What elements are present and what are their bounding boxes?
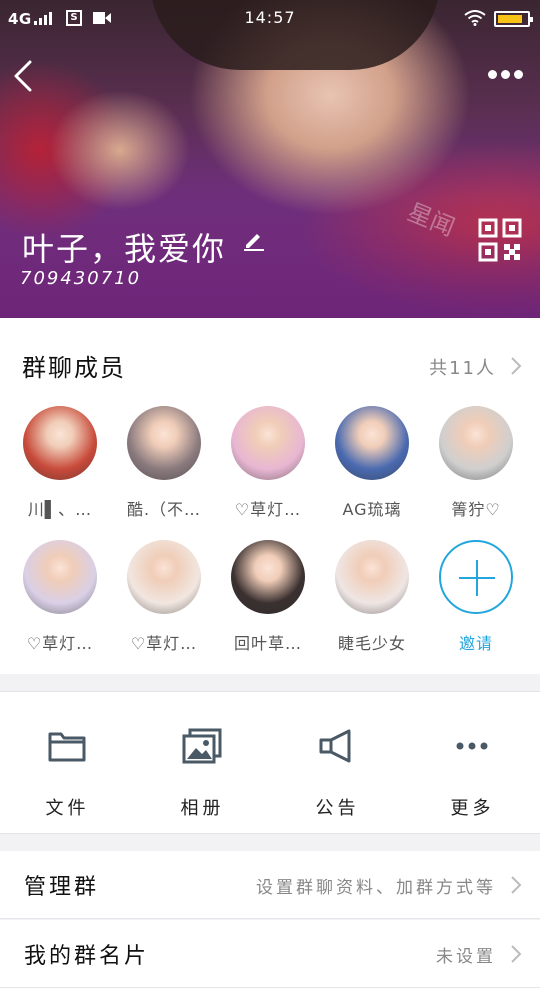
clock: 14:57 — [244, 8, 296, 27]
member-avatar — [335, 540, 409, 614]
group-id: 709430710 — [20, 268, 142, 289]
chevron-right-icon — [511, 357, 522, 375]
tool-files[interactable]: 文件 — [0, 692, 135, 835]
my-group-card-value: 未设置 — [436, 947, 496, 967]
chevron-right-icon — [511, 945, 522, 963]
qr-code-icon[interactable] — [478, 218, 522, 262]
member-name: 酷.（不… — [126, 500, 202, 519]
member-name: 回叶草… — [233, 634, 302, 653]
member-name: 睫毛少女 — [337, 634, 406, 653]
member-item[interactable]: 回叶草… — [216, 540, 320, 654]
back-icon[interactable] — [10, 56, 38, 96]
battery-icon — [494, 11, 533, 27]
member-count[interactable]: 共11人 — [429, 354, 496, 380]
battery-level — [498, 15, 522, 23]
member-avatar — [231, 540, 305, 614]
more-options-button[interactable] — [488, 66, 528, 82]
group-tools: 文件 相册 公告 更多 — [0, 691, 540, 834]
chevron-right-icon — [511, 876, 522, 894]
group-header: 星闻 4G S 14:57 叶子，我爱你 709430710 — [0, 0, 540, 318]
megaphone-icon — [319, 729, 351, 763]
member-item[interactable]: 酷.（不… — [112, 406, 216, 520]
manage-group-row[interactable]: 管理群 设置群聊资料、加群方式等 — [0, 851, 540, 919]
member-item[interactable]: 箐狞♡ — [424, 406, 528, 520]
plus-icon — [439, 540, 513, 614]
member-item[interactable]: AG琉璃 — [320, 406, 424, 520]
tool-label: 公告 — [315, 798, 360, 819]
members-section: 群聊成员 共11人 川▌、… 酷.（不… ♡草灯… AG琉璃 箐狞♡ ♡草灯… ♡草灯… 回叶… — [0, 318, 540, 674]
manage-group-label: 管理群 — [24, 875, 100, 900]
member-name: ♡草灯… — [26, 634, 94, 653]
member-avatar — [439, 406, 513, 480]
member-item[interactable]: 睫毛少女 — [320, 540, 424, 654]
my-group-card-row[interactable]: 我的群名片 未设置 — [0, 920, 540, 988]
my-group-card-label: 我的群名片 — [24, 944, 150, 969]
status-bar: 4G S 14:57 — [0, 0, 540, 36]
tool-label: 更多 — [450, 798, 495, 819]
member-item[interactable]: ♡草灯… — [216, 406, 320, 520]
group-name: 叶子，我爱你 — [22, 230, 227, 268]
member-avatar — [335, 406, 409, 480]
edit-icon[interactable] — [242, 228, 266, 252]
member-avatar — [127, 406, 201, 480]
tool-album[interactable]: 相册 — [135, 692, 270, 835]
member-name: 川▌、… — [27, 500, 93, 519]
manage-group-hint: 设置群聊资料、加群方式等 — [256, 878, 496, 898]
member-avatar — [127, 540, 201, 614]
tool-announcement[interactable]: 公告 — [270, 692, 405, 835]
tool-more[interactable]: 更多 — [405, 692, 540, 835]
more-dots-icon — [488, 69, 497, 79]
member-item[interactable]: ♡草灯… — [112, 540, 216, 654]
member-avatar — [23, 406, 97, 480]
album-icon — [182, 728, 222, 764]
folder-icon — [48, 732, 86, 762]
member-name: AG琉璃 — [342, 500, 402, 519]
more-dots-icon — [456, 742, 488, 750]
tool-label: 相册 — [180, 798, 225, 819]
member-name: ♡草灯… — [130, 634, 198, 653]
member-avatar — [231, 406, 305, 480]
invite-member-button[interactable]: 邀请 — [424, 540, 528, 654]
member-item[interactable]: 川▌、… — [8, 406, 112, 520]
member-item[interactable]: ♡草灯… — [8, 540, 112, 654]
wifi-icon — [464, 10, 486, 26]
invite-label: 邀请 — [458, 634, 493, 653]
member-avatar — [23, 540, 97, 614]
member-name: ♡草灯… — [234, 500, 302, 519]
members-title: 群聊成员 — [22, 354, 126, 382]
member-name: 箐狞♡ — [451, 500, 501, 519]
tool-label: 文件 — [45, 798, 90, 819]
